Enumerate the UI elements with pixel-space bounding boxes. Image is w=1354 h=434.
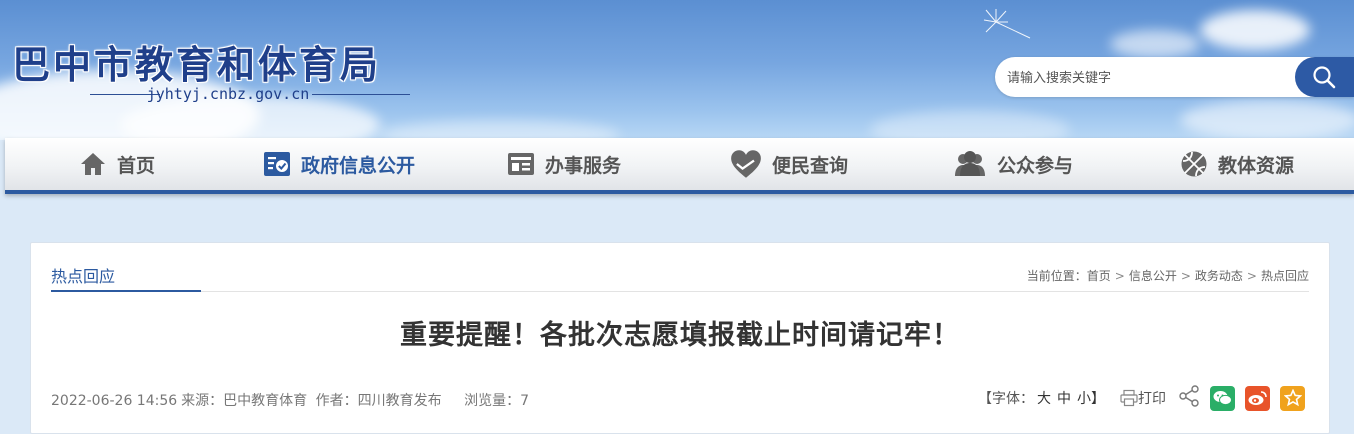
header-cloud: [870, 110, 1070, 140]
share-icon: [1179, 385, 1199, 407]
header-cloud: [1110, 30, 1200, 58]
section-tab[interactable]: 热点回应: [51, 263, 115, 287]
font-size-medium[interactable]: 中: [1057, 388, 1071, 408]
print-label: 打印: [1138, 391, 1166, 407]
heart-hands-icon: [731, 150, 761, 178]
nav-item-label: 政府信息公开: [301, 154, 416, 177]
header-cloud: [1180, 100, 1354, 140]
header-cloud: [1200, 10, 1310, 50]
print-button[interactable]: 打印: [1120, 388, 1166, 408]
header-cloud: [380, 120, 620, 140]
font-size-prefix: 【字体：: [978, 391, 1034, 407]
section-tab-underline: [51, 290, 201, 292]
nav-item-participation[interactable]: 公众参与: [953, 138, 1073, 190]
info-check-icon: [264, 152, 290, 176]
breadcrumb-separator: >: [1114, 269, 1125, 283]
article-meta: 2022-06-26 14:56 来源：巴中教育体育 作者：四川教育发布 浏览量：…: [51, 390, 533, 410]
article-panel: 热点回应 当前位置：首页 > 信息公开 > 政务动态 > 热点回应 重要提醒！各批次志愿填报…: [30, 242, 1330, 434]
wechat-share-button[interactable]: [1210, 385, 1235, 411]
font-size-small[interactable]: 小】: [1077, 388, 1105, 408]
main-nav: 首页 政府信息公开 办事服务 便民查询 公众参与 教体资源: [5, 138, 1354, 194]
divider: [312, 94, 410, 95]
divider: [51, 291, 1309, 292]
nav-item-label: 办事服务: [545, 154, 622, 177]
site-title: 巴中市教育和体育局: [12, 42, 382, 87]
article-date: 2022-06-26 14:56: [51, 393, 178, 409]
nav-item-resources[interactable]: 教体资源: [1180, 138, 1294, 190]
article-tools: 【字体： 大 中 小】 打印: [978, 384, 1305, 412]
nav-item-services[interactable]: 办事服务: [507, 138, 621, 190]
people-icon: [955, 151, 985, 176]
article-title: 重要提醒！各批次志愿填报截止时间请记牢！: [400, 320, 960, 351]
breadcrumb-separator: >: [1246, 269, 1257, 283]
dandelion-decoration: [983, 9, 1031, 39]
breadcrumb-item[interactable]: 热点回应: [1261, 269, 1309, 283]
font-size-large[interactable]: 大: [1037, 388, 1051, 408]
article-author: 作者：四川教育发布: [315, 393, 442, 409]
nav-item-label: 首页: [117, 154, 156, 177]
favorite-button[interactable]: [1280, 385, 1305, 411]
printer-icon: [1120, 389, 1138, 407]
nav-item-label: 公众参与: [997, 154, 1074, 177]
nav-item-label: 教体资源: [1218, 154, 1295, 177]
nav-item-home[interactable]: 首页: [79, 138, 155, 190]
share-button[interactable]: [1178, 385, 1200, 411]
nav-item-convenience[interactable]: 便民查询: [730, 138, 848, 190]
search-button[interactable]: [1295, 57, 1354, 97]
breadcrumb: 当前位置：首页 > 信息公开 > 政务动态 > 热点回应: [1027, 267, 1309, 284]
site-domain-row: jyhtyj.cnbz.gov.cn: [90, 84, 410, 104]
breadcrumb-item[interactable]: 信息公开: [1129, 269, 1177, 283]
weibo-icon: [1248, 391, 1267, 405]
breadcrumb-item[interactable]: 首页: [1087, 269, 1111, 283]
id-card-icon: [508, 153, 534, 175]
weibo-share-button[interactable]: [1245, 385, 1270, 411]
site-domain: jyhtyj.cnbz.gov.cn: [146, 85, 310, 103]
breadcrumb-prefix: 当前位置：: [1026, 269, 1087, 283]
article-source: 来源：巴中教育体育: [181, 393, 308, 409]
home-icon: [81, 153, 105, 175]
article-views: 浏览量：7: [464, 393, 529, 409]
breadcrumb-separator: >: [1180, 269, 1191, 283]
breadcrumb-item[interactable]: 政务动态: [1195, 269, 1243, 283]
nav-item-gov-info[interactable]: 政府信息公开: [263, 138, 415, 190]
favorite-icon: [1283, 389, 1302, 407]
search-icon: [1313, 66, 1336, 89]
wechat-icon: [1213, 391, 1232, 406]
search-input[interactable]: [1005, 67, 1279, 89]
nav-item-label: 便民查询: [772, 154, 849, 177]
basketball-icon: [1181, 151, 1207, 177]
